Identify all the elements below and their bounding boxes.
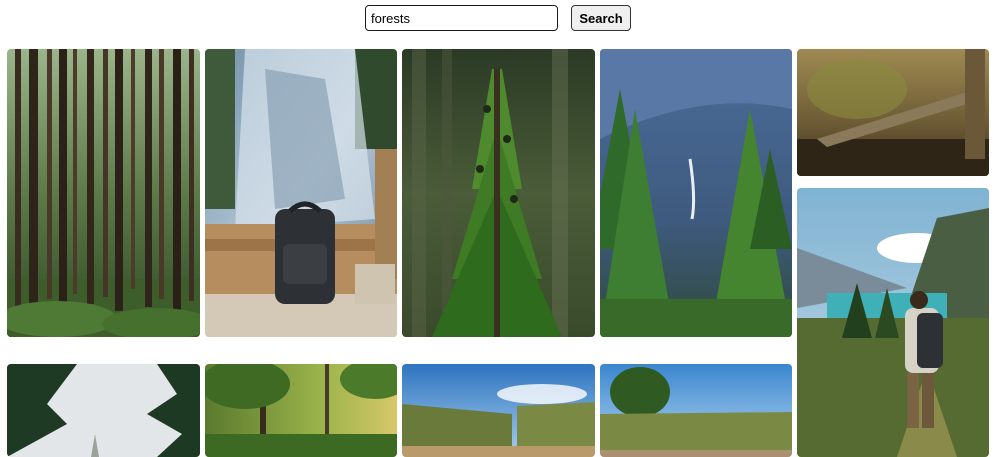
sunlit-image bbox=[205, 364, 397, 457]
reed-field-path-photo[interactable] bbox=[402, 364, 595, 457]
reed-path-image bbox=[402, 364, 595, 457]
hiker-mountain-lake-photo[interactable] bbox=[797, 188, 989, 457]
search-button[interactable]: Search bbox=[571, 5, 631, 31]
mountain-valley-forest-photo[interactable] bbox=[600, 49, 792, 337]
fallen-log-stream-photo[interactable] bbox=[797, 49, 989, 176]
young-fir-tree-photo[interactable] bbox=[402, 49, 595, 337]
hiker-image bbox=[797, 188, 989, 457]
canopy-image bbox=[7, 364, 200, 457]
forest-image bbox=[7, 49, 200, 337]
fir-tree-image bbox=[402, 49, 595, 337]
tree-canopy-sky-photo[interactable] bbox=[7, 364, 200, 457]
sunlit-forest-photo[interactable] bbox=[205, 364, 397, 457]
waterfall-backpack-photo[interactable] bbox=[205, 49, 397, 337]
reed-trees-image bbox=[600, 364, 792, 457]
reed-field-trees-photo[interactable] bbox=[600, 364, 792, 457]
search-input[interactable] bbox=[365, 5, 558, 31]
waterfall-image bbox=[205, 49, 397, 337]
tall-pine-forest-photo[interactable] bbox=[7, 49, 200, 337]
log-stream-image bbox=[797, 49, 989, 176]
valley-image bbox=[600, 49, 792, 337]
search-bar: Search bbox=[0, 0, 994, 40]
